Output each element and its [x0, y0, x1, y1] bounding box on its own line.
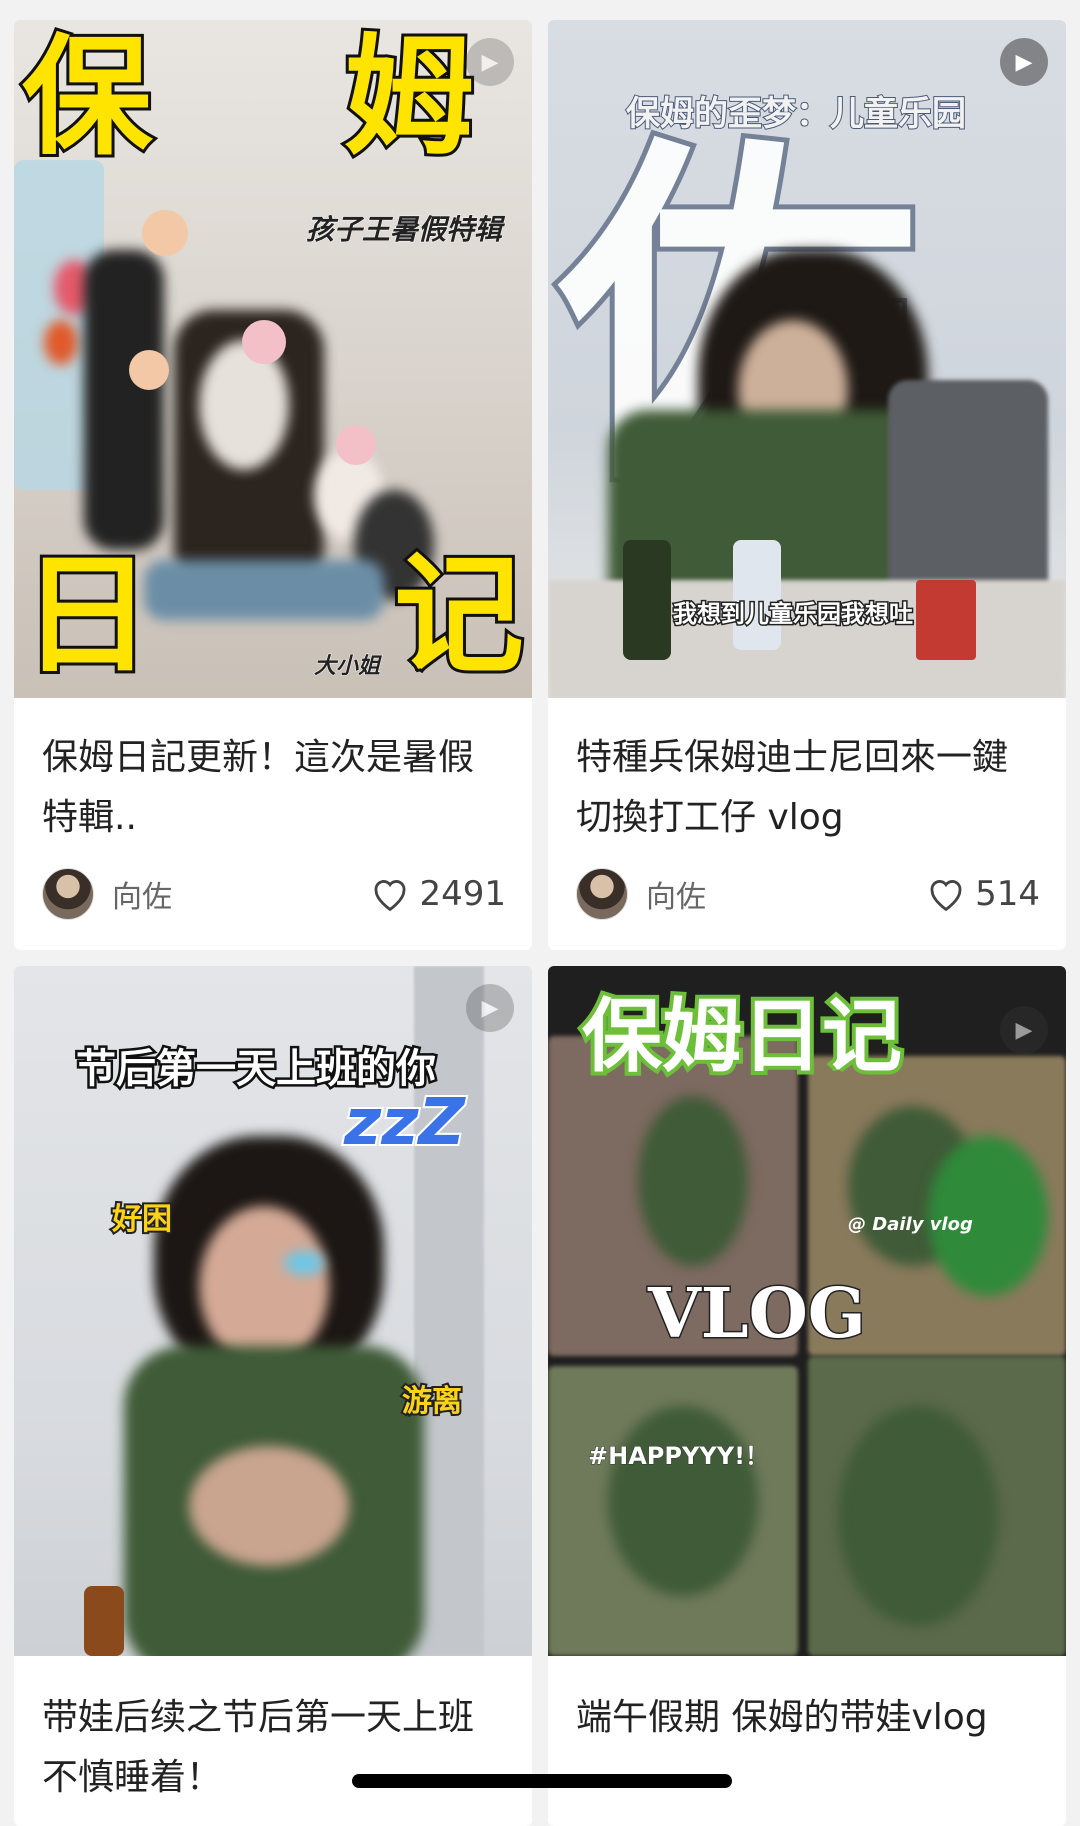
video-title[interactable]: 保姆日記更新！這次是暑假特輯.. — [42, 728, 506, 848]
thumbnail-tag: 好困 — [110, 1200, 174, 1239]
heart-icon — [375, 880, 406, 911]
video-meta: 向佐 514 — [576, 866, 1040, 922]
thumbnail-subtitle: 孩子王暑假特辑 — [305, 213, 503, 247]
thumbnail-hashtag: #HAPPYYY!！ — [587, 1442, 770, 1471]
like-button[interactable]: 2491 — [371, 874, 506, 914]
play-icon[interactable]: ▶ — [1000, 1006, 1048, 1054]
thumbnail-headline: 保姆的歪梦：儿童乐园 — [625, 93, 967, 135]
play-icon[interactable]: ▶ — [466, 984, 514, 1032]
video-card[interactable]: 保姆日记 VLOG #HAPPYYY!！ @ Daily vlog ▶ 端午假期… — [548, 966, 1066, 1826]
like-button[interactable]: 514 — [927, 874, 1040, 914]
author-avatar[interactable] — [576, 868, 628, 920]
like-count: 2491 — [419, 874, 506, 914]
thumbnail-big-char: 日 — [19, 539, 155, 691]
video-title[interactable]: 特種兵保姆迪士尼回來一鍵切換打工仔 vlog — [576, 728, 1040, 848]
thumbnail-tag: 大小姐 — [313, 654, 381, 680]
thumbnail-tag: 游离 — [400, 1382, 464, 1421]
thumbnail-big-char: 保 — [19, 21, 155, 173]
author-name[interactable]: 向佐 — [112, 872, 371, 916]
thumbnail-headline: 保姆日记 — [578, 986, 906, 1087]
video-card[interactable]: 保 姆 日 记 孩子王暑假特辑 大小姐 ▶ 保姆日記更新！這次是暑假特輯.. 向… — [14, 20, 532, 950]
author-name[interactable]: 向佐 — [646, 872, 927, 916]
video-thumbnail[interactable]: 保姆日记 VLOG #HAPPYYY!！ @ Daily vlog ▶ — [548, 966, 1066, 1656]
thumbnail-big-char: 姆 — [341, 21, 477, 173]
heart-icon — [930, 880, 962, 911]
video-title[interactable]: 带娃后续之节后第一天上班不慎睡着！ — [42, 1688, 506, 1808]
play-icon[interactable]: ▶ — [466, 38, 514, 86]
video-title[interactable]: 端午假期 保姆的带娃vlog — [576, 1688, 1040, 1748]
video-feed-grid: 保 姆 日 记 孩子王暑假特辑 大小姐 ▶ 保姆日記更新！這次是暑假特輯.. 向… — [0, 0, 1080, 1826]
video-card[interactable]: 佐 保姆的歪梦：儿童乐园 我想到儿童乐园我想吐 ▶ 特種兵保姆迪士尼回來一鍵切換… — [548, 20, 1066, 950]
thumbnail-vlog: VLOG — [647, 1273, 868, 1356]
thumbnail-handle: @ Daily vlog — [848, 1214, 973, 1235]
video-thumbnail[interactable]: 保 姆 日 记 孩子王暑假特辑 大小姐 ▶ — [14, 20, 532, 698]
video-card[interactable]: 节后第一天上班的你 zzZ 好困 游离 ▶ 带娃后续之节后第一天上班不慎睡着！ — [14, 966, 532, 1826]
like-count: 514 — [975, 874, 1040, 914]
thumbnail-zzz: zzZ — [342, 1084, 467, 1162]
play-icon[interactable]: ▶ — [1000, 38, 1048, 86]
author-avatar[interactable] — [42, 868, 94, 920]
video-thumbnail[interactable]: 节后第一天上班的你 zzZ 好困 游离 ▶ — [14, 966, 532, 1656]
thumbnail-big-char: 记 — [391, 539, 527, 691]
video-thumbnail[interactable]: 佐 保姆的歪梦：儿童乐园 我想到儿童乐园我想吐 ▶ — [548, 20, 1066, 698]
home-indicator[interactable] — [352, 1774, 732, 1788]
video-meta: 向佐 2491 — [42, 866, 506, 922]
thumbnail-subtitle: 我想到儿童乐园我想吐 — [672, 599, 915, 630]
